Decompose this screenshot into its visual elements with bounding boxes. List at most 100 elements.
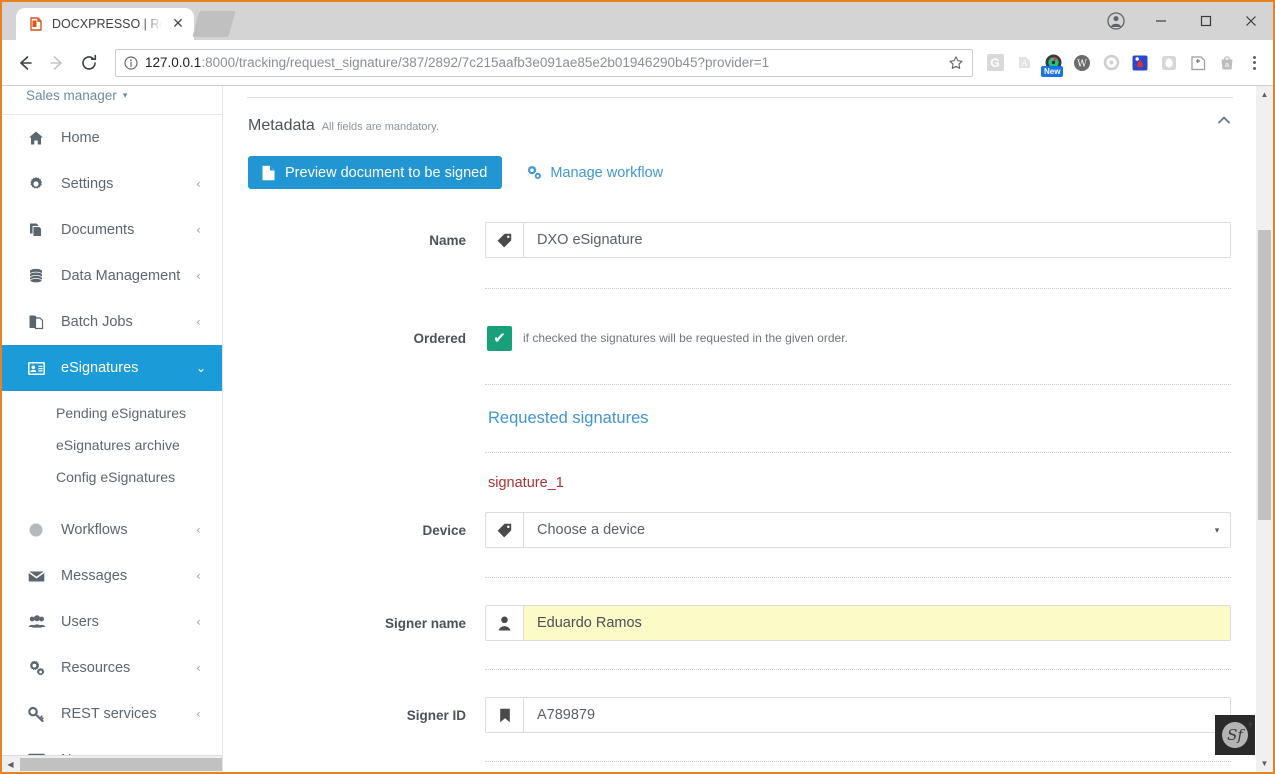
chevron-left-icon: ‹ [196, 315, 201, 329]
browser-tab[interactable]: DOCXPRESSO | Request S ✕ [16, 8, 194, 40]
sidebar-item-esignatures-archive[interactable]: eSignatures archive [2, 429, 222, 461]
sidebar-subitem-label: Config eSignatures [56, 469, 176, 485]
chevron-left-icon: ‹ [196, 523, 201, 537]
evernote-extension-icon[interactable] [1156, 50, 1182, 76]
separator [485, 452, 1231, 453]
google-extension-icon[interactable]: G [982, 50, 1008, 76]
scroll-left-arrow-icon[interactable]: ◀ [2, 755, 19, 772]
document-icon [261, 165, 276, 181]
sidebar-subitem-label: eSignatures archive [56, 437, 180, 453]
device-field-label: Device [422, 522, 466, 538]
symfony-profiler-badge[interactable]: Sf ▾ [1215, 715, 1255, 755]
forward-button[interactable] [42, 48, 72, 78]
chevron-left-icon: ‹ [196, 177, 201, 191]
batch-jobs-icon [28, 314, 50, 330]
sidebar-item-users[interactable]: Users ‹ [2, 599, 222, 645]
chevron-down-icon[interactable]: ▾ [1248, 720, 1253, 731]
bookmark-manager-extension-icon[interactable] [1127, 50, 1153, 76]
sidebar-item-messages[interactable]: Messages ‹ [2, 553, 222, 599]
bookmark-star-icon[interactable] [948, 55, 964, 71]
sidebar-user-menu[interactable]: Sales manager ▾ [2, 86, 222, 103]
page-body: Sales manager ▾ Home Settings ‹ Document… [2, 86, 1273, 772]
horizontal-scrollbar-thumb[interactable] [20, 757, 222, 771]
action-buttons-row: Preview document to be signed Manage wor… [223, 135, 1255, 189]
signer-name-input-group[interactable] [485, 605, 1231, 641]
sidebar-item-batch-jobs[interactable]: Batch Jobs ‹ [2, 299, 222, 345]
preview-document-label: Preview document to be signed [285, 164, 488, 181]
separator [485, 577, 1231, 578]
signer-name-field-row: Signer name [223, 600, 1255, 646]
browser-menu-button[interactable] [1243, 50, 1265, 76]
sidebar-item-label: REST services [61, 706, 157, 722]
address-bar[interactable]: 127.0.0.1:8000/tracking/request_signatur… [115, 48, 973, 77]
user-icon [486, 606, 524, 640]
chevron-down-icon: ▾ [122, 90, 128, 100]
svg-text:W: W [1077, 58, 1087, 69]
preview-document-button[interactable]: Preview document to be signed [248, 156, 503, 189]
sidebar-subitem-label: Pending eSignatures [56, 405, 186, 421]
sidebar-item-config-esignatures[interactable]: Config eSignatures [2, 461, 222, 493]
maximize-button[interactable] [1183, 6, 1228, 36]
sidebar-item-label: Data Management [61, 268, 181, 284]
ordered-field-label: Ordered [413, 330, 466, 346]
close-icon[interactable]: ✕ [170, 16, 186, 32]
chevron-left-icon: ‹ [196, 569, 201, 583]
ordered-checkbox[interactable]: ✔ [487, 325, 512, 351]
sidebar-item-label: Users [61, 614, 99, 630]
requested-signatures-heading: Requested signatures [488, 409, 649, 427]
sidebar-item-rest-services[interactable]: REST services ‹ [2, 691, 222, 737]
wikipedia-extension-icon[interactable]: W [1069, 50, 1095, 76]
sidebar-item-pending-esignatures[interactable]: Pending eSignatures [2, 397, 222, 429]
reload-button[interactable] [74, 48, 104, 78]
sidebar-item-data-management[interactable]: Data Management ‹ [2, 253, 222, 299]
name-input-group[interactable] [485, 222, 1231, 258]
sidebar-item-home[interactable]: Home [2, 115, 222, 161]
signer-id-input[interactable] [524, 698, 1230, 732]
minimize-button[interactable] [1138, 6, 1183, 36]
close-button[interactable] [1228, 6, 1273, 36]
page-title: Metadata [248, 117, 315, 134]
sidebar-horizontal-scrollbar[interactable]: ◀ [2, 755, 222, 772]
sidebar-item-esignatures[interactable]: eSignatures ⌄ [2, 345, 222, 391]
back-button[interactable] [10, 48, 40, 78]
chevron-left-icon: ‹ [196, 269, 201, 283]
pocket-extension-icon[interactable] [1185, 50, 1211, 76]
signer-id-input-group[interactable] [485, 697, 1231, 733]
device-select-value[interactable]: Choose a device [524, 513, 1204, 547]
profile-icon[interactable] [1094, 6, 1138, 36]
ordered-hint-text: if checked the signatures will be reques… [523, 331, 848, 345]
sidebar-item-resources[interactable]: Resources ‹ [2, 645, 222, 691]
title-bar: DOCXPRESSO | Request S ✕ [2, 2, 1273, 40]
sidebar-item-settings[interactable]: Settings ‹ [2, 161, 222, 207]
database-icon [28, 268, 50, 284]
name-input[interactable] [524, 223, 1230, 257]
scroll-up-arrow-icon[interactable]: ▲ [1256, 86, 1273, 103]
shopping-extension-icon[interactable]: a [1214, 50, 1240, 76]
sidebar-item-documents[interactable]: Documents ‹ [2, 207, 222, 253]
separator [485, 669, 1231, 670]
manage-workflow-link[interactable]: Manage workflow [526, 165, 663, 181]
chevron-left-icon: ‹ [196, 661, 201, 675]
browser-toolbar: 127.0.0.1:8000/tracking/request_signatur… [2, 40, 1273, 86]
speedtest-extension-icon[interactable]: New [1040, 50, 1066, 77]
info-circle-icon[interactable] [124, 55, 138, 70]
new-tab-button[interactable] [192, 11, 236, 37]
chevron-down-icon[interactable]: ▾ [1204, 513, 1230, 547]
scroll-down-arrow-icon[interactable]: ▼ [1256, 755, 1273, 772]
signer-name-input[interactable] [524, 606, 1230, 640]
device-select-group[interactable]: Choose a device ▾ [485, 512, 1231, 548]
speedtest-new-badge: New [1041, 65, 1064, 77]
page-vertical-scrollbar[interactable]: ▲ ▼ [1256, 86, 1273, 772]
chevron-left-icon: ‹ [196, 223, 201, 237]
sidebar-item-workflows[interactable]: Workflows ‹ [2, 507, 222, 553]
sidebar: Sales manager ▾ Home Settings ‹ Document… [2, 86, 223, 772]
adobe-acrobat-extension-icon[interactable]: A [1011, 50, 1037, 76]
sidebar-item-label: Workflows [61, 522, 128, 538]
sidebar-item-label: eSignatures [61, 360, 139, 376]
vertical-scrollbar-thumb[interactable] [1258, 230, 1271, 520]
sidebar-item-label: Messages [61, 568, 128, 584]
device-field-row: Device Choose a device ▾ [223, 507, 1255, 553]
chevron-up-icon[interactable] [1213, 109, 1235, 131]
settings-extension-icon[interactable] [1098, 50, 1124, 76]
